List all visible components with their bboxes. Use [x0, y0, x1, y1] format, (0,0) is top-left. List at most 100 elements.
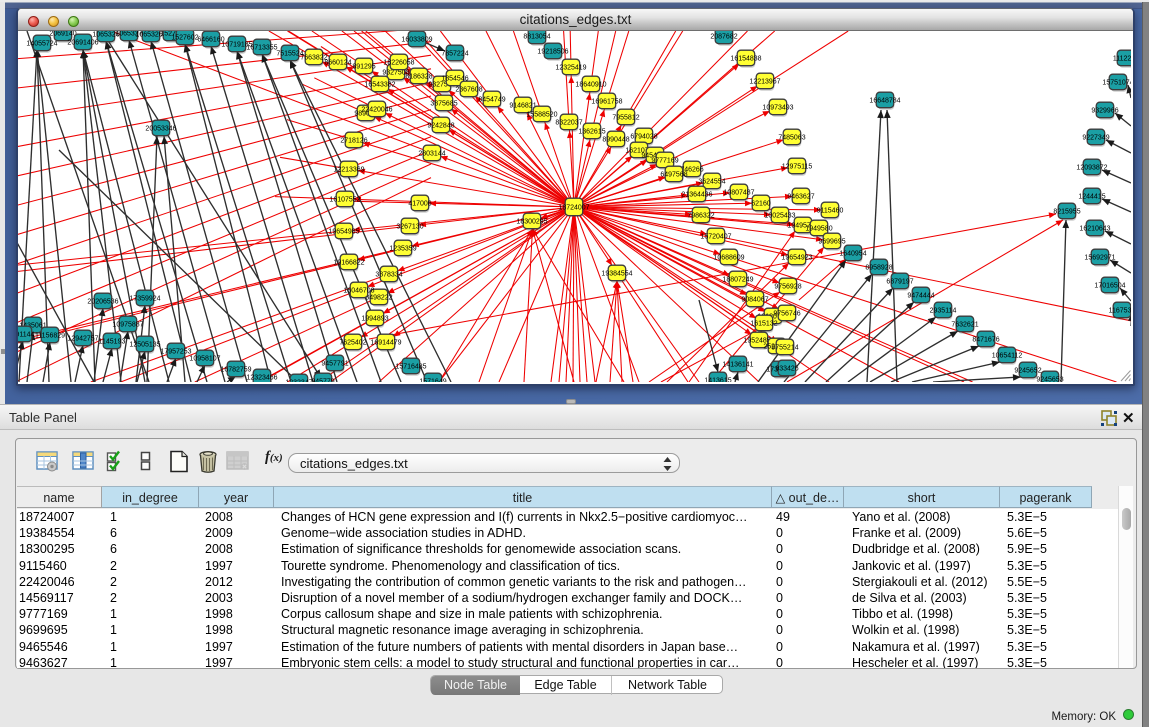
- svg-text:18226058: 18226058: [383, 59, 414, 66]
- svg-text:12942757: 12942757: [67, 335, 98, 342]
- svg-text:6879197: 6879197: [886, 278, 913, 285]
- svg-text:2367608: 2367608: [455, 86, 482, 93]
- svg-text:9115460: 9115460: [817, 207, 844, 214]
- svg-text:19384554: 19384554: [601, 270, 632, 277]
- svg-text:8322037: 8322037: [555, 119, 582, 126]
- svg-text:1527602: 1527602: [171, 34, 198, 41]
- svg-text:18807249: 18807249: [722, 276, 753, 283]
- svg-text:17016504: 17016504: [1094, 282, 1125, 289]
- svg-text:16154838: 16154838: [730, 55, 761, 62]
- svg-text:9463627: 9463627: [787, 193, 814, 200]
- svg-text:1232347: 1232347: [285, 379, 312, 382]
- svg-text:22420046: 22420046: [361, 106, 392, 113]
- svg-text:15692971: 15692971: [1084, 254, 1115, 261]
- svg-text:14055724: 14055724: [26, 40, 57, 47]
- svg-text:17359924: 17359924: [129, 295, 160, 302]
- svg-text:7625402: 7625402: [339, 339, 366, 346]
- svg-text:9329966: 9329966: [1091, 107, 1118, 114]
- svg-text:9245653: 9245653: [1036, 376, 1063, 382]
- svg-text:20206536: 20206536: [87, 298, 118, 305]
- svg-text:17957253: 17957253: [160, 348, 191, 355]
- svg-text:8958928: 8958928: [865, 264, 892, 271]
- svg-text:8215955: 8215955: [1053, 208, 1080, 215]
- svg-text:9474444: 9474444: [907, 292, 934, 299]
- svg-text:7955812: 7955812: [612, 114, 639, 121]
- svg-text:3875685: 3875685: [430, 100, 457, 107]
- svg-text:12093872: 12093872: [1076, 164, 1107, 171]
- svg-text:19218506: 19218506: [537, 48, 568, 55]
- svg-text:12505135: 12505135: [129, 341, 160, 348]
- svg-text:391144: 391144: [18, 331, 35, 338]
- svg-text:10654112: 10654112: [992, 352, 1023, 359]
- svg-text:10973493: 10973493: [762, 104, 793, 111]
- svg-text:6497568: 6497568: [660, 171, 687, 178]
- svg-text:891295: 891295: [352, 63, 375, 70]
- svg-text:1145193: 1145193: [99, 338, 126, 345]
- svg-text:3267130: 3267130: [396, 223, 423, 230]
- svg-text:2087682: 2087682: [710, 33, 737, 40]
- svg-text:2718126: 2718126: [340, 137, 367, 144]
- svg-text:16914479: 16914479: [370, 339, 401, 346]
- svg-text:10975887: 10975887: [112, 321, 143, 328]
- svg-text:1413615: 1413615: [704, 377, 731, 382]
- svg-text:18640910: 18640910: [575, 81, 606, 88]
- svg-text:9777169: 9777169: [651, 157, 678, 164]
- svg-text:9699695: 9699695: [818, 238, 845, 245]
- svg-text:1167534: 1167534: [1109, 307, 1131, 314]
- svg-text:10807487: 10807487: [723, 189, 754, 196]
- svg-text:9242848: 9242848: [427, 122, 454, 129]
- svg-text:16033809: 16033809: [401, 36, 432, 43]
- svg-text:10958107: 10958107: [189, 355, 220, 362]
- svg-text:12213369: 12213369: [333, 166, 364, 173]
- svg-text:3624554: 3624554: [698, 178, 725, 185]
- svg-text:20691406: 20691406: [67, 39, 98, 46]
- svg-text:16543382: 16543382: [364, 81, 395, 88]
- svg-text:9756746: 9756746: [773, 310, 800, 317]
- svg-text:7632621: 7632621: [951, 321, 978, 328]
- svg-text:12323466: 12323466: [246, 374, 277, 381]
- svg-text:1640954: 1640954: [839, 250, 866, 257]
- svg-text:20053346: 20053346: [145, 125, 176, 132]
- svg-text:933426: 933426: [775, 365, 798, 372]
- svg-text:7663822: 7663822: [300, 54, 327, 61]
- svg-text:12325419: 12325419: [555, 64, 586, 71]
- svg-text:1615132: 1615132: [750, 320, 777, 327]
- svg-text:1949580: 1949580: [805, 225, 832, 232]
- svg-text:21364436: 21364436: [681, 191, 712, 198]
- svg-text:7857224: 7857224: [441, 50, 468, 57]
- svg-text:16107552: 16107552: [329, 196, 360, 203]
- svg-text:6794028: 6794028: [630, 133, 657, 140]
- svg-text:9227349: 9227349: [1082, 134, 1109, 141]
- svg-text:15588520: 15588520: [526, 111, 557, 118]
- svg-text:62160: 62160: [751, 200, 771, 207]
- svg-text:3878334: 3878334: [375, 271, 402, 278]
- svg-text:15716485: 15716485: [395, 363, 426, 370]
- svg-text:12975115: 12975115: [782, 163, 813, 170]
- svg-text:7485063: 7485063: [778, 134, 805, 141]
- svg-text:9146821: 9146821: [509, 102, 536, 109]
- svg-text:945779: 945779: [311, 378, 334, 382]
- svg-text:7986322: 7986322: [687, 212, 714, 219]
- svg-text:14136141: 14136141: [722, 361, 753, 368]
- svg-text:1112205: 1112205: [1113, 55, 1131, 62]
- svg-text:16713355: 16713355: [246, 44, 277, 51]
- svg-text:9755214: 9755214: [771, 344, 798, 351]
- svg-text:8660124: 8660124: [324, 59, 351, 66]
- svg-text:16210643: 16210643: [1079, 225, 1110, 232]
- svg-text:9245652: 9245652: [1014, 367, 1041, 374]
- svg-text:19166822: 19166822: [333, 259, 364, 266]
- svg-text:2935114: 2935114: [930, 307, 957, 314]
- svg-text:8498222: 8498222: [365, 294, 392, 301]
- svg-text:2803144: 2803144: [418, 150, 445, 157]
- svg-text:8471676: 8471676: [972, 336, 999, 343]
- svg-text:16046708: 16046708: [343, 287, 374, 294]
- svg-text:15720407: 15720407: [700, 233, 731, 240]
- svg-text:16961758: 16961758: [591, 98, 622, 105]
- svg-text:1571649: 1571649: [419, 378, 446, 382]
- svg-text:11156829: 11156829: [35, 332, 65, 339]
- svg-text:417006: 417006: [408, 200, 431, 207]
- svg-text:1362615: 1362615: [578, 128, 605, 135]
- svg-text:9756928: 9756928: [774, 283, 801, 290]
- svg-text:15751074: 15751074: [1102, 79, 1131, 86]
- svg-text:8454749: 8454749: [478, 96, 505, 103]
